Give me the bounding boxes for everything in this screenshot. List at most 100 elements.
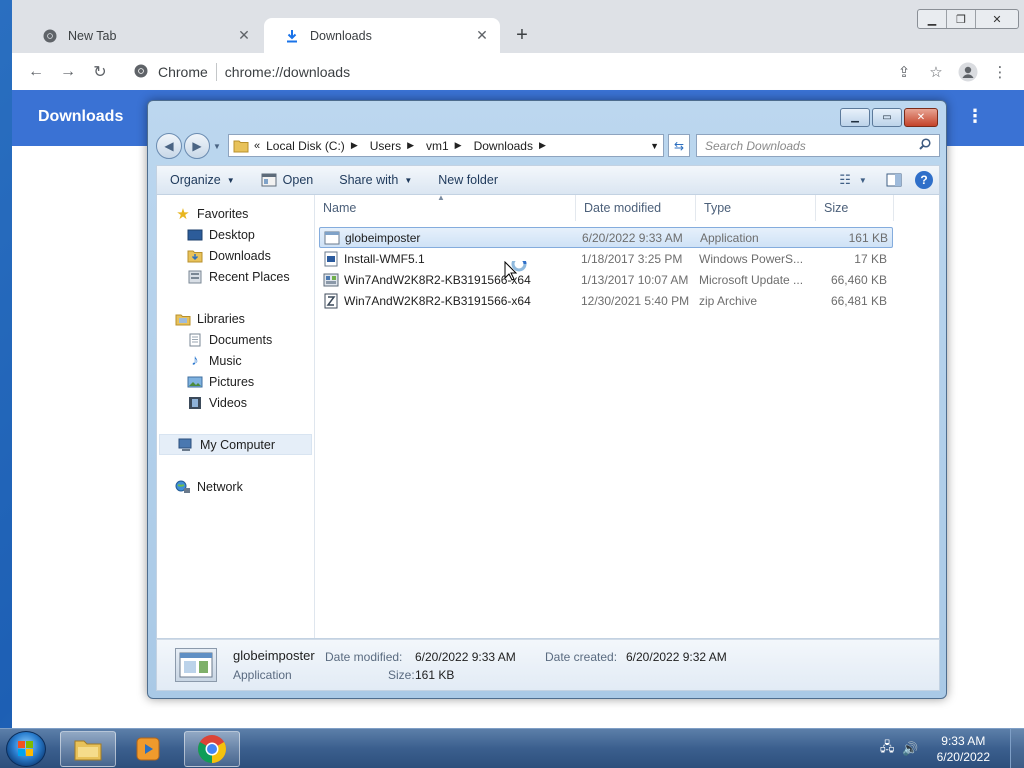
nav-my-computer[interactable]: My Computer [159,434,312,455]
chrome-toolbar: ← → ↻ Chrome chrome://downloads [12,53,1024,90]
new-tab-button[interactable]: + [510,25,534,46]
organize-button[interactable]: Organize ▼ [157,166,248,194]
download-icon [284,28,300,44]
share-with-button[interactable]: Share with ▼ [326,166,425,194]
table-row[interactable]: Win7AndW2K8R2-KB3191566-x64 1/13/2017 10… [319,269,893,290]
file-name: Install-WMF5.1 [344,251,425,266]
volume-icon[interactable]: 🔊 [902,741,918,757]
address-field[interactable]: « Local Disk (C:) ▶ Users ▶ vm1 ▶ Downloads… [228,134,664,157]
minimize-button[interactable]: ▁ [918,10,947,28]
tab-title: New Tab [68,28,117,43]
folder-icon [233,139,249,153]
network-icon [175,479,191,495]
column-header-date[interactable]: Date modified [576,195,696,221]
computer-icon [178,437,194,453]
chrome-icon [42,28,58,44]
details-pane: globeimposter Application Date modified:… [156,639,940,691]
bookmark-star-icon[interactable]: ☆ [924,60,948,84]
breadcrumb-overflow-icon[interactable]: « [254,140,260,152]
taskbar-chrome-button[interactable] [184,731,240,767]
file-type: zip Archive [699,293,758,308]
search-input[interactable]: Search Downloads [696,134,940,157]
refresh-icon[interactable]: ⇆ [668,134,690,157]
nav-downloads[interactable]: Downloads [157,245,314,266]
back-button[interactable]: ◀ [156,133,182,159]
profile-avatar-icon[interactable] [956,60,980,84]
close-tab-icon[interactable]: ✕ [236,27,252,44]
maximize-button[interactable]: ❐ [947,10,976,28]
close-tab-icon[interactable]: ✕ [474,27,490,44]
recent-places-icon [187,269,203,285]
forward-button[interactable]: ▶ [184,133,210,159]
change-view-icon[interactable]: ☷ ▼ [833,169,873,191]
breadcrumb-item[interactable]: Downloads ▶ [474,139,546,153]
back-button[interactable]: ← [20,58,52,86]
table-row[interactable]: Install-WMF5.1 1/18/2017 3:25 PM Windows… [319,248,893,269]
explorer-titlebar[interactable]: ▁ ▭ ✕ [148,101,946,129]
taskbar-explorer-button[interactable] [60,731,116,767]
new-folder-button[interactable]: New folder [425,166,511,194]
nav-documents[interactable]: Documents [157,329,314,350]
command-bar: Organize ▼ Open Share with ▼ New folder ☷ … [156,165,940,195]
reload-button[interactable]: ↻ [84,58,116,86]
forward-button[interactable]: → [52,58,84,86]
omnibox-chip-label: Chrome [158,63,208,80]
chrome-menu-icon[interactable]: ⋮ [988,60,1012,84]
recent-pages-dropdown-icon[interactable]: ▼ [213,142,221,151]
share-icon[interactable]: ⇪ [892,60,916,84]
tab-title: Downloads [310,28,372,43]
network-status-icon[interactable]: 🖧 [880,738,895,760]
update-package-icon [323,272,339,288]
file-name: Win7AndW2K8R2-KB3191566-x64 [344,272,531,287]
more-actions-icon[interactable]: ⋮ [966,106,984,127]
minimize-button[interactable]: ▁ [840,108,870,127]
documents-icon [187,332,203,348]
close-button[interactable]: ✕ [904,108,938,127]
tab-new-tab[interactable]: New Tab ✕ [22,18,262,53]
details-modified-label: Date modified: [325,650,403,664]
details-modified-value: 6/20/2022 9:33 AM [415,650,516,664]
taskbar: 🖧 🔊 9:33 AM 6/20/2022 [0,728,1024,768]
breadcrumb-item[interactable]: vm1 ▶ [426,139,462,153]
taskbar-media-player-button[interactable] [120,731,176,767]
file-date: 1/18/2017 3:25 PM [581,251,683,266]
file-date: 1/13/2017 10:07 AM [581,272,689,287]
help-icon[interactable]: ? [915,171,933,189]
nav-network[interactable]: Network [157,476,314,497]
column-header-name[interactable]: Name [315,195,576,221]
nav-libraries[interactable]: Libraries [157,308,314,329]
file-type: Application [700,230,759,245]
nav-pictures[interactable]: Pictures [157,371,314,392]
nav-videos[interactable]: Videos [157,392,314,413]
maximize-button[interactable]: ▭ [872,108,902,127]
videos-icon [187,395,203,411]
address-dropdown-icon[interactable]: ▼ [650,141,659,151]
nav-favorites[interactable]: ★ Favorites [157,203,314,224]
breadcrumb-item[interactable]: Local Disk (C:) ▶ [266,139,358,153]
sort-up-icon: ▲ [437,193,445,202]
file-date: 6/20/2022 9:33 AM [582,230,683,245]
file-list: ▲ Name Date modified Type Size globeimpo… [315,193,939,638]
close-window-button[interactable]: ✕ [976,10,1018,28]
show-desktop-button[interactable] [1010,729,1024,768]
preview-pane-icon[interactable] [883,169,905,191]
omnibox[interactable]: Chrome chrome://downloads [122,57,902,86]
column-header-size[interactable]: Size [816,195,894,221]
omnibox-url[interactable]: chrome://downloads [225,64,350,80]
table-row[interactable]: globeimposter 6/20/2022 9:33 AM Applicat… [319,227,893,248]
chrome-tab-strip: New Tab ✕ Downloads ✕ + ▁ ❐ ✕ [12,0,1024,53]
breadcrumb-item[interactable]: Users ▶ [370,139,414,153]
table-row[interactable]: Win7AndW2K8R2-KB3191566-x64 12/30/2021 5… [319,290,893,311]
nav-desktop[interactable]: Desktop [157,224,314,245]
navigation-pane: ★ Favorites Desktop Downloads Recent Pla… [157,195,315,638]
application-icon [324,230,340,246]
nav-recent-places[interactable]: Recent Places [157,266,314,287]
column-header-type[interactable]: Type [696,195,816,221]
open-button[interactable]: Open [248,166,327,194]
clock[interactable]: 9:33 AM 6/20/2022 [937,733,990,765]
tab-downloads[interactable]: Downloads ✕ [264,18,500,53]
column-headers: ▲ Name Date modified Type Size [315,193,939,221]
start-button[interactable] [6,731,46,767]
nav-music[interactable]: ♪ Music [157,350,314,371]
details-created-value: 6/20/2022 9:32 AM [626,650,727,664]
